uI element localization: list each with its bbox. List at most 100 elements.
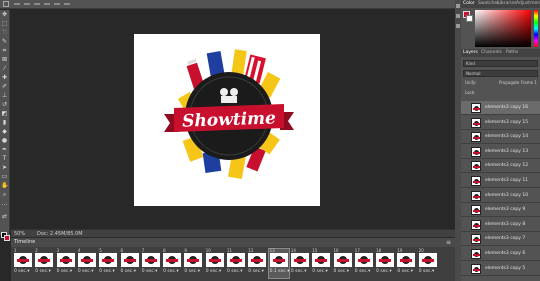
more-tools-icon[interactable]: … — [1, 201, 8, 207]
tab-layers[interactable]: Layers — [463, 49, 478, 57]
frame-delay[interactable]: 0 sec.▾ — [142, 269, 158, 275]
options-controls[interactable] — [14, 3, 74, 5]
frame-delay[interactable]: 0 sec.▾ — [419, 269, 435, 275]
frame-delay[interactable]: 0 sec.▾ — [184, 269, 200, 275]
timeline-frame[interactable]: 40 sec.▾ — [77, 249, 97, 278]
visibility-eye-icon[interactable] — [463, 133, 469, 141]
visibility-eye-icon[interactable] — [463, 177, 469, 185]
frame-delay[interactable]: 0 sec.▾ — [99, 269, 115, 275]
visibility-eye-icon[interactable] — [463, 148, 469, 156]
hue-slider[interactable] — [534, 10, 538, 47]
layer-row[interactable]: elements3 copy 8 — [461, 218, 540, 232]
tab-libraries[interactable]: Libraries — [497, 0, 516, 8]
frame-delay[interactable]: 0 sec.▾ — [35, 269, 51, 275]
frame-delay[interactable]: 0 sec.▾ — [163, 269, 179, 275]
tab-adjustments[interactable]: Adjustments — [516, 0, 540, 8]
frame-delay[interactable]: 0.1 sec.▾ — [270, 269, 290, 275]
layer-row[interactable]: elements3 copy 5 — [461, 262, 540, 276]
timeline-frame[interactable]: 70 sec.▾ — [141, 249, 161, 278]
crop-tool-icon[interactable]: ⌗ — [1, 48, 8, 54]
frame-delay[interactable]: 0 sec.▾ — [206, 269, 222, 275]
paragraph-panel-icon[interactable] — [456, 24, 460, 28]
frame-tool-icon[interactable]: ⊠ — [1, 57, 8, 63]
type-tool-icon[interactable]: T — [1, 156, 8, 162]
timeline-frame[interactable]: 50 sec.▾ — [98, 249, 118, 278]
clone-stamp-tool-icon[interactable]: ⊥ — [1, 93, 8, 99]
visibility-eye-icon[interactable] — [463, 206, 469, 214]
timeline-frame[interactable]: 16 0 sec.▾ — [333, 249, 353, 278]
blur-tool-icon[interactable]: ◆ — [1, 129, 8, 135]
visibility-eye-icon[interactable] — [463, 104, 469, 112]
eraser-tool-icon[interactable]: ◩ — [1, 111, 8, 117]
gradient-tool-icon[interactable]: ▮ — [1, 120, 8, 126]
color-panel-background[interactable] — [466, 15, 473, 22]
frame-delay[interactable]: 0 sec.▾ — [227, 269, 243, 275]
background-color-swatch[interactable] — [4, 235, 10, 241]
blend-mode-select[interactable]: Normal — [463, 70, 538, 77]
layer-row[interactable]: elements3 copy 12 — [461, 159, 540, 174]
hand-tool-icon[interactable]: ✋ — [1, 183, 8, 189]
visibility-eye-icon[interactable] — [463, 250, 469, 258]
pen-tool-icon[interactable]: ✒ — [1, 147, 8, 153]
quick-select-tool-icon[interactable]: ✎ — [1, 39, 8, 45]
move-tool-icon[interactable]: ✥ — [1, 12, 8, 18]
visibility-eye-icon[interactable] — [463, 162, 469, 170]
path-select-tool-icon[interactable]: ➤ — [1, 165, 8, 171]
marquee-tool-icon[interactable]: ⬚ — [1, 21, 8, 27]
tab-paths[interactable]: Paths — [506, 49, 518, 57]
frame-delay[interactable]: 0 sec.▾ — [14, 269, 30, 275]
frame-delay[interactable]: 0 sec.▾ — [334, 269, 350, 275]
healing-brush-tool-icon[interactable]: ✚ — [1, 75, 8, 81]
visibility-eye-icon[interactable] — [463, 235, 469, 243]
zoom-tool-icon[interactable]: ⌕ — [1, 192, 8, 198]
visibility-eye-icon[interactable] — [463, 192, 469, 200]
frame-delay[interactable]: 0 sec.▾ — [78, 269, 94, 275]
timeline-frame[interactable]: 19 0 sec.▾ — [396, 249, 416, 278]
visibility-eye-icon[interactable] — [463, 119, 469, 127]
timeline-frame[interactable]: 20 0 sec.▾ — [418, 249, 438, 278]
layer-filter-kind[interactable]: Kind — [463, 60, 538, 67]
document-canvas[interactable]: Showtime — [134, 34, 320, 206]
timeline-frame[interactable]: 11 0 sec.▾ — [226, 249, 246, 278]
history-panel-icon[interactable] — [456, 4, 460, 8]
timeline-frame[interactable]: 10 0 sec.▾ — [205, 249, 225, 278]
history-brush-tool-icon[interactable]: ↺ — [1, 102, 8, 108]
timeline-frame[interactable]: 12 0 sec.▾ — [247, 249, 267, 278]
frame-delay[interactable]: 0 sec.▾ — [397, 269, 413, 275]
home-icon[interactable] — [3, 1, 9, 7]
timeline-frame[interactable]: 14 0 sec.▾ — [290, 249, 310, 278]
frame-delay[interactable]: 0 sec.▾ — [121, 269, 137, 275]
panel-menu-icon[interactable]: ≡ — [446, 239, 451, 246]
frame-delay[interactable]: 0 sec.▾ — [248, 269, 264, 275]
layer-row[interactable]: elements3 copy 6 — [461, 247, 540, 261]
layer-row[interactable]: elements3 copy 10 — [461, 189, 540, 203]
timeline-frame[interactable]: 80 sec.▾ — [162, 249, 182, 278]
timeline-frame[interactable]: 15 0 sec.▾ — [311, 249, 331, 278]
frame-delay[interactable]: 0 sec.▾ — [376, 269, 392, 275]
shape-tool-icon[interactable]: ▭ — [1, 174, 8, 180]
tab-channels[interactable]: Channels — [481, 49, 502, 57]
layer-row[interactable]: elements3 copy 14 — [461, 130, 540, 145]
frame-delay[interactable]: 0 sec.▾ — [312, 269, 328, 275]
color-picker-field[interactable] — [475, 10, 531, 47]
layer-row[interactable]: elements3 copy 11 — [461, 174, 540, 188]
frame-delay[interactable]: 0 sec.▾ — [355, 269, 371, 275]
frame-delay[interactable]: 0 sec.▾ — [291, 269, 307, 275]
timeline-frame[interactable]: 13 0.1 sec.▾ — [267, 248, 290, 279]
visibility-eye-icon[interactable] — [463, 221, 469, 229]
timeline-title[interactable]: Timeline — [14, 238, 35, 247]
layer-row[interactable]: elements3 copy 13 — [461, 145, 540, 159]
properties-panel-icon[interactable] — [456, 14, 460, 18]
visibility-eye-icon[interactable] — [463, 265, 469, 273]
timeline-frame[interactable]: 10 sec.▾ — [13, 249, 33, 278]
timeline-frame[interactable]: 90 sec.▾ — [183, 249, 203, 278]
layer-row[interactable]: elements3 copy 15 — [461, 116, 540, 130]
timeline-frame[interactable]: 17 0 sec.▾ — [354, 249, 374, 278]
timeline-frame[interactable]: 30 sec.▾ — [56, 249, 76, 278]
lasso-tool-icon[interactable]: ➰ — [1, 30, 8, 36]
layer-row[interactable]: elements3 copy 16 — [461, 101, 540, 115]
tab-color[interactable]: Color — [463, 0, 475, 8]
edit-toolbar-icon[interactable]: ⇄ — [1, 214, 8, 220]
brush-tool-icon[interactable]: ✐ — [1, 84, 8, 90]
dodge-tool-icon[interactable]: ● — [1, 138, 8, 144]
